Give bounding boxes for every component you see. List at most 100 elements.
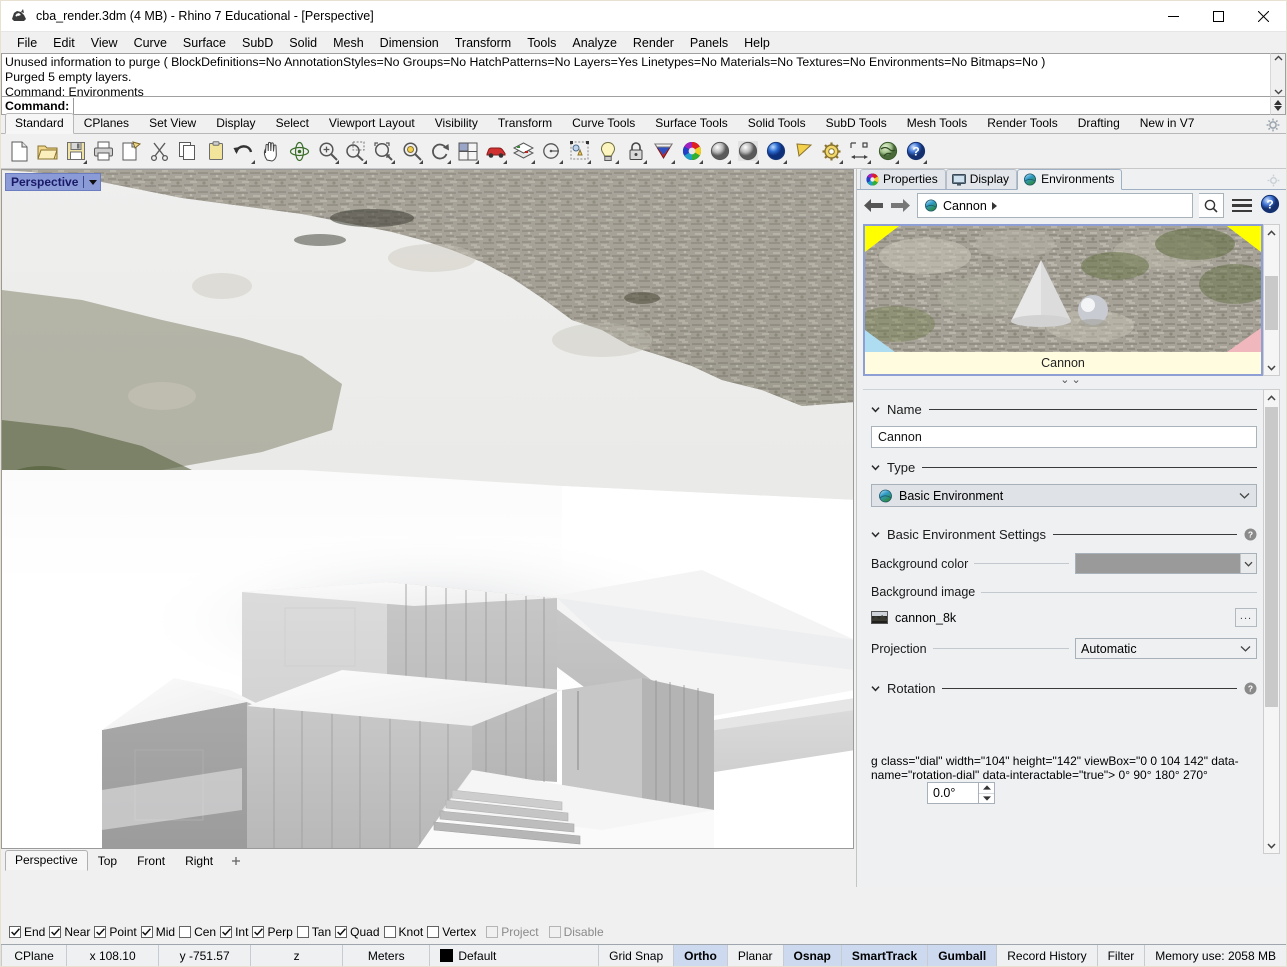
help-icon[interactable]: ? [1244,528,1257,541]
status-toggle-ortho[interactable]: Ortho [674,945,728,966]
rotation-value-spinner[interactable]: 0.0° [927,782,1257,804]
status-toggle-record-history[interactable]: Record History [997,945,1097,966]
print-icon[interactable] [91,138,116,165]
color-wheel-icon[interactable] [679,138,704,165]
chevron-down-icon[interactable] [871,463,880,472]
scroll-down-icon[interactable] [1267,838,1276,853]
gear-icon[interactable] [1266,118,1280,132]
command-input-spinner[interactable] [1270,96,1286,115]
properties-scroll-thumb[interactable] [1265,407,1278,707]
osnap-perp[interactable]: Perp [252,925,292,939]
checkbox-checked-icon[interactable] [220,926,232,938]
minimize-button[interactable] [1151,1,1196,32]
rotation-value-input[interactable]: 0.0° [927,782,979,804]
spinner-down-icon[interactable] [979,793,994,804]
save-icon[interactable] [63,138,88,165]
scroll-down-icon[interactable] [1267,360,1276,375]
toolbar-tab-render-tools[interactable]: Render Tools [977,113,1068,133]
status-toggle-filter[interactable]: Filter [1098,945,1146,966]
status-toggle-smarttrack[interactable]: SmartTrack [842,945,928,966]
section-header-name[interactable]: Name [871,402,1257,417]
render-settings-gear-icon[interactable] [819,138,844,165]
scroll-down-icon[interactable] [1274,88,1283,95]
osnap-int[interactable]: Int [220,925,248,939]
thumbnail-scroll-thumb[interactable] [1265,276,1278,330]
status-toggle-osnap[interactable]: Osnap [784,945,842,966]
panel-help-button[interactable]: ? [1260,194,1280,217]
checkbox-checked-icon[interactable] [141,926,153,938]
pan-hand-icon[interactable] [259,138,284,165]
splitter-chevrons[interactable]: ⌄⌄ [857,376,1286,389]
help-icon[interactable]: ? [903,138,928,165]
toolbar-tab-viewport-layout[interactable]: Viewport Layout [319,113,425,133]
environment-thumbnail[interactable]: Cannon [863,224,1263,376]
checkbox-unchecked-icon[interactable] [297,926,309,938]
blue-sphere-icon[interactable] [763,138,788,165]
new-file-icon[interactable] [7,138,32,165]
render-sphere-icon[interactable] [707,138,732,165]
hamburger-menu-icon[interactable] [1230,197,1254,215]
checkbox-checked-icon[interactable] [252,926,264,938]
thumbnail-scrollbar[interactable] [1263,224,1280,376]
osnap-tan[interactable]: Tan [297,925,331,939]
open-folder-icon[interactable] [35,138,60,165]
menu-solid[interactable]: Solid [281,34,325,52]
viewport-layout-icon[interactable] [455,138,480,165]
menu-panels[interactable]: Panels [682,34,736,52]
osnap-near[interactable]: Near [49,925,90,939]
viewport-title-label[interactable]: Perspective [5,173,101,191]
command-history[interactable]: Unused information to purge ( BlockDefin… [1,53,1270,97]
arrow-left-icon[interactable] [863,198,884,213]
export-icon[interactable] [119,138,144,165]
environment-type-select[interactable]: Basic Environment [871,484,1257,507]
copy-icon[interactable] [175,138,200,165]
environment-cone-icon[interactable] [791,138,816,165]
checkbox-unchecked-icon[interactable] [384,926,396,938]
select-objects-icon[interactable] [567,138,592,165]
menu-surface[interactable]: Surface [175,34,234,52]
menu-edit[interactable]: Edit [45,34,83,52]
environment-name-input[interactable] [871,426,1257,448]
checkbox-checked-icon[interactable] [49,926,61,938]
menu-dimension[interactable]: Dimension [372,34,447,52]
menu-analyze[interactable]: Analyze [564,34,624,52]
lock-icon[interactable] [623,138,648,165]
menu-mesh[interactable]: Mesh [325,34,372,52]
checkbox-checked-icon[interactable] [9,926,21,938]
caret-down-icon[interactable] [89,180,97,185]
toolbar-tab-cplanes[interactable]: CPlanes [74,113,139,133]
menu-help[interactable]: Help [736,34,778,52]
osnap-cen[interactable]: Cen [179,925,216,939]
toolbar-tab-select[interactable]: Select [266,113,319,133]
maximize-button[interactable] [1196,1,1241,32]
osnap-end[interactable]: End [9,925,45,939]
toolbar-tab-display[interactable]: Display [206,113,265,133]
chevron-down-icon[interactable] [1240,645,1251,652]
checkbox-unchecked-icon[interactable] [427,926,439,938]
spinner-up-icon[interactable] [979,783,994,793]
section-header-type[interactable]: Type [871,460,1257,475]
spinner-up-icon[interactable] [1274,100,1282,105]
checkbox-unchecked-icon[interactable] [179,926,191,938]
rotation-spin-buttons[interactable] [979,782,995,804]
scroll-up-icon[interactable] [1274,55,1283,62]
search-button[interactable] [1199,193,1224,218]
chevron-down-icon[interactable] [871,530,880,539]
render-mesh-sphere-icon[interactable] [735,138,760,165]
chevron-down-icon[interactable] [1239,492,1250,499]
chevron-down-icon[interactable] [871,405,880,414]
arrow-right-icon[interactable] [890,198,911,213]
toolbar-tab-drafting[interactable]: Drafting [1068,113,1130,133]
render-globe-icon[interactable] [875,138,900,165]
toolbar-tab-visibility[interactable]: Visibility [425,113,488,133]
menu-render[interactable]: Render [625,34,682,52]
rotate-view-icon[interactable] [427,138,452,165]
status-units[interactable]: Meters [343,945,430,966]
menu-view[interactable]: View [83,34,126,52]
tab-environments[interactable]: Environments [1017,169,1122,190]
chevron-down-icon[interactable] [1240,554,1256,573]
osnap-quad[interactable]: Quad [335,925,379,939]
cut-scissors-icon[interactable] [147,138,172,165]
light-bulb-icon[interactable] [595,138,620,165]
viewport-tab-right[interactable]: Right [175,851,223,871]
